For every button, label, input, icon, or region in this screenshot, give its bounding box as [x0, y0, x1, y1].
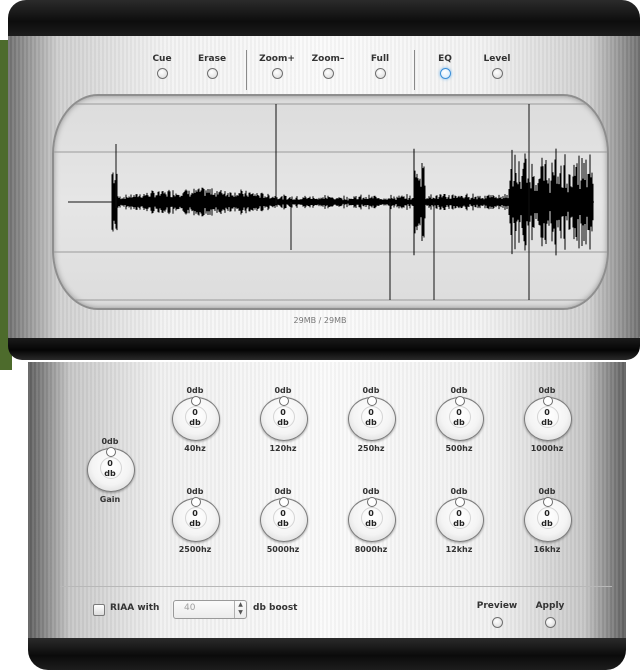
- knob-db-label: 0db: [186, 386, 204, 395]
- knob-value: 0 db: [365, 408, 377, 427]
- knob-frequency-label: 2500hz: [178, 545, 212, 554]
- db-boost-stepper[interactable]: 40 ▲ ▼: [173, 600, 247, 619]
- knob-db-label: 0db: [450, 487, 468, 496]
- preview-indicator-icon: [491, 617, 503, 628]
- knob-frequency-label: 12khz: [445, 545, 473, 554]
- knob-value: 0 db: [453, 509, 465, 528]
- knob-pointer-icon: [455, 396, 465, 406]
- full-indicator-icon: [374, 68, 386, 79]
- eq-band-knob[interactable]: 0db 0 db 250hz: [339, 386, 403, 458]
- eq-band-knob[interactable]: 0db 0 db 12khz: [427, 487, 491, 559]
- knob-frequency-label: 16khz: [533, 545, 561, 554]
- toolbar-separator: [246, 50, 247, 90]
- zoom-out-button[interactable]: Zoom–: [304, 53, 352, 79]
- gain-knob[interactable]: 0db 0 db Gain: [78, 437, 142, 509]
- cue-label: Cue: [152, 54, 172, 64]
- waveform-graphic: [54, 103, 607, 301]
- knob-frequency-label: 1000hz: [530, 444, 564, 453]
- knob-db-label: 0db: [362, 487, 380, 496]
- knob-pointer-icon: [279, 497, 289, 507]
- knob-value: 0 db: [541, 509, 553, 528]
- knob-pointer-icon: [543, 396, 553, 406]
- divider: [60, 586, 612, 587]
- knob-value: 0 db: [189, 408, 201, 427]
- knob-db-label: 0db: [450, 386, 468, 395]
- eq-band-knob[interactable]: 0db 0 db 500hz: [427, 386, 491, 458]
- stepper-arrows-icon[interactable]: ▲ ▼: [234, 601, 246, 618]
- full-button[interactable]: Full: [356, 53, 404, 79]
- eq-band-knob[interactable]: 0db 0 db 16khz: [515, 487, 579, 559]
- knob-value: 0 db: [541, 408, 553, 427]
- knob-pointer-icon: [191, 497, 201, 507]
- knob-value: 0 db: [189, 509, 201, 528]
- cue-button[interactable]: Cue: [138, 53, 186, 79]
- waveform-display[interactable]: [52, 94, 609, 310]
- zoom-in-button[interactable]: Zoom+: [253, 53, 301, 79]
- zoom-out-label: Zoom–: [311, 54, 345, 64]
- knob-frequency-label: 500hz: [445, 444, 473, 453]
- knob-value: 0 db: [277, 408, 289, 427]
- apply-label: Apply: [535, 601, 565, 611]
- knob-db-label: 0db: [538, 386, 556, 395]
- apply-indicator-icon: [544, 617, 556, 628]
- knob-db-label: 0db: [274, 487, 292, 496]
- top-bezel: [8, 0, 640, 36]
- full-label: Full: [370, 54, 390, 64]
- knob-db-label: 0db: [538, 487, 556, 496]
- knob-frequency-label: Gain: [99, 495, 121, 504]
- eq-label: EQ: [438, 54, 452, 64]
- knob-db-label: 0db: [186, 487, 204, 496]
- erase-button[interactable]: Erase: [188, 53, 236, 79]
- level-label: Level: [483, 54, 511, 64]
- knob-db-label: 0db: [101, 437, 119, 446]
- knob-pointer-icon: [543, 497, 553, 507]
- knob-pointer-icon: [191, 396, 201, 406]
- knob-value: 0 db: [104, 459, 116, 478]
- zoom-in-label: Zoom+: [259, 54, 295, 64]
- knob-frequency-label: 5000hz: [266, 545, 300, 554]
- eq-band-knob[interactable]: 0db 0 db 8000hz: [339, 487, 403, 559]
- erase-indicator-icon: [206, 68, 218, 79]
- knob-pointer-icon: [367, 396, 377, 406]
- knob-value: 0 db: [277, 509, 289, 528]
- knob-pointer-icon: [279, 396, 289, 406]
- eq-band-knob[interactable]: 0db 0 db 1000hz: [515, 386, 579, 458]
- knob-frequency-label: 120hz: [269, 444, 297, 453]
- knob-pointer-icon: [455, 497, 465, 507]
- zoom-in-indicator-icon: [271, 68, 283, 79]
- middle-bezel: [8, 338, 640, 360]
- eq-active-indicator-icon: [439, 68, 451, 79]
- knob-frequency-label: 40hz: [184, 444, 206, 453]
- knob-value: 0 db: [453, 408, 465, 427]
- file-size-readout: 29MB / 29MB: [293, 316, 347, 325]
- level-button[interactable]: Level: [473, 53, 521, 79]
- cue-indicator-icon: [156, 68, 168, 79]
- knob-db-label: 0db: [274, 386, 292, 395]
- eq-band-knob[interactable]: 0db 0 db 40hz: [163, 386, 227, 458]
- knob-frequency-label: 250hz: [357, 444, 385, 453]
- eq-button[interactable]: EQ: [421, 53, 469, 79]
- knob-pointer-icon: [106, 447, 116, 457]
- knob-frequency-label: 8000hz: [354, 545, 388, 554]
- eq-band-knob[interactable]: 0db 0 db 120hz: [251, 386, 315, 458]
- preview-button[interactable]: Preview: [472, 601, 522, 628]
- eq-band-knob[interactable]: 0db 0 db 2500hz: [163, 487, 227, 559]
- erase-label: Erase: [197, 54, 227, 64]
- db-boost-value: 40: [184, 603, 196, 613]
- zoom-out-indicator-icon: [322, 68, 334, 79]
- bottom-bezel: [28, 638, 626, 670]
- preview-label: Preview: [476, 601, 518, 611]
- knob-value: 0 db: [365, 509, 377, 528]
- riaa-checkbox[interactable]: [93, 604, 105, 616]
- riaa-label: RIAA with: [110, 603, 160, 613]
- knob-db-label: 0db: [362, 386, 380, 395]
- apply-button[interactable]: Apply: [525, 601, 575, 628]
- toolbar-separator: [414, 50, 415, 90]
- knob-pointer-icon: [367, 497, 377, 507]
- eq-band-knob[interactable]: 0db 0 db 5000hz: [251, 487, 315, 559]
- level-indicator-icon: [491, 68, 503, 79]
- db-boost-label: db boost: [253, 603, 298, 613]
